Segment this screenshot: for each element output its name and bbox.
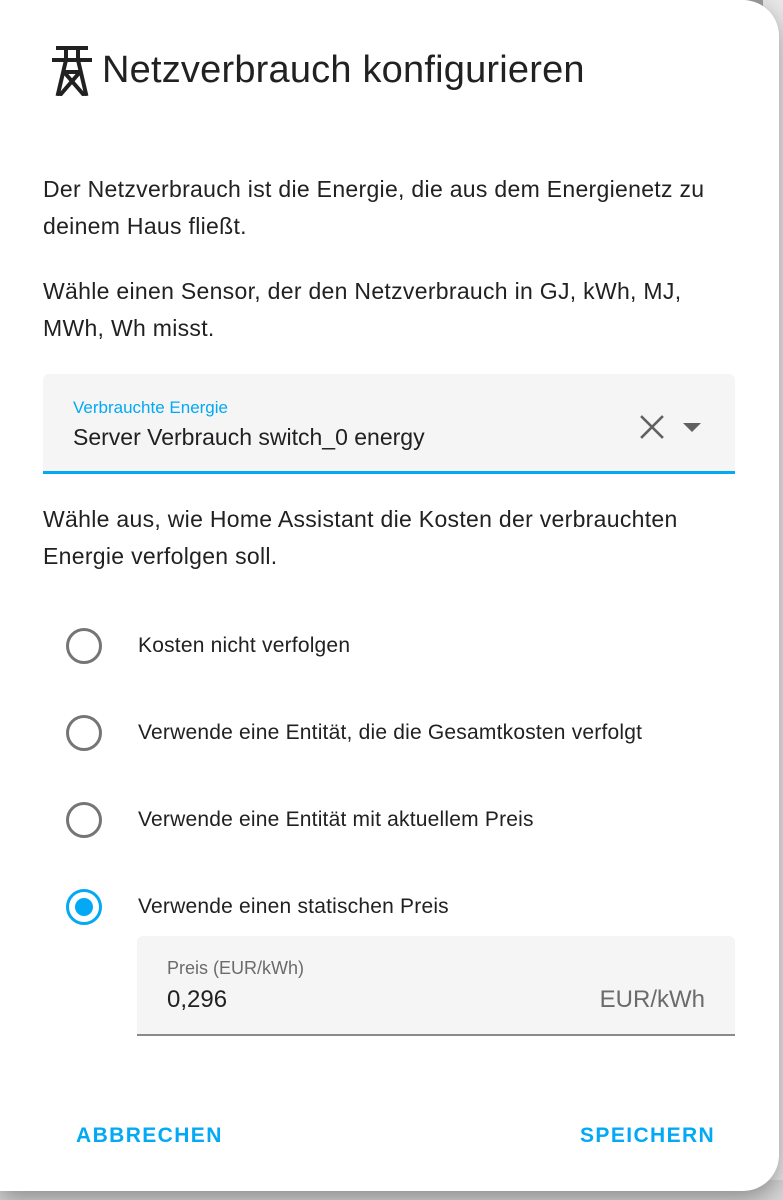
price-input[interactable]: 0,296 bbox=[167, 986, 227, 1014]
description-sensor-choice: Wähle einen Sensor, der den Netzverbrauc… bbox=[43, 278, 682, 341]
radio-option-label: Verwende eine Entität mit aktuellem Prei… bbox=[138, 808, 534, 831]
price-unit-suffix: EUR/kWh bbox=[599, 986, 705, 1013]
energy-grid-dialog: Netzverbrauch konfigurieren Der Netzverb… bbox=[0, 0, 779, 1191]
static-price-field[interactable]: Preis (EUR/kWh) 0,296 EUR/kWh bbox=[137, 936, 735, 1036]
save-button[interactable]: SPEICHERN bbox=[580, 1124, 715, 1148]
radio-button[interactable] bbox=[66, 802, 102, 838]
transmission-tower-icon bbox=[52, 46, 92, 96]
radio-button-selected[interactable] bbox=[66, 889, 102, 925]
radio-option-static-price[interactable]: Verwende einen statischen Preis bbox=[66, 887, 449, 927]
entity-picker-value[interactable]: Server Verbrauch switch_0 energy bbox=[73, 424, 425, 451]
description-grid-consumption: Der Netzverbrauch ist die Energie, die a… bbox=[43, 176, 705, 239]
radio-option-total-cost-entity[interactable]: Verwende eine Entität, die die Gesamtkos… bbox=[66, 713, 642, 753]
entity-picker-label: Verbrauchte Energie bbox=[73, 398, 228, 417]
dialog-header: Netzverbrauch konfigurieren bbox=[52, 44, 585, 96]
cancel-button[interactable]: ABBRECHEN bbox=[76, 1124, 223, 1148]
radio-option-current-price-entity[interactable]: Verwende eine Entität mit aktuellem Prei… bbox=[66, 800, 534, 840]
consumed-energy-entity-picker[interactable]: Verbrauchte Energie Server Verbrauch swi… bbox=[43, 374, 735, 474]
radio-option-label: Kosten nicht verfolgen bbox=[138, 634, 351, 657]
radio-button[interactable] bbox=[66, 628, 102, 664]
radio-button[interactable] bbox=[66, 715, 102, 751]
radio-option-no-cost[interactable]: Kosten nicht verfolgen bbox=[66, 626, 350, 666]
cost-tracking-prompt: Wähle aus, wie Home Assistant die Kosten… bbox=[43, 506, 678, 569]
radio-option-label: Verwende eine Entität, die die Gesamtkos… bbox=[138, 721, 643, 744]
radio-option-label: Verwende einen statischen Preis bbox=[138, 895, 449, 918]
dropdown-arrow-icon[interactable] bbox=[679, 414, 705, 440]
clear-icon[interactable] bbox=[637, 412, 667, 442]
dialog-title: Netzverbrauch konfigurieren bbox=[102, 48, 585, 91]
price-field-label: Preis (EUR/kWh) bbox=[167, 958, 305, 978]
